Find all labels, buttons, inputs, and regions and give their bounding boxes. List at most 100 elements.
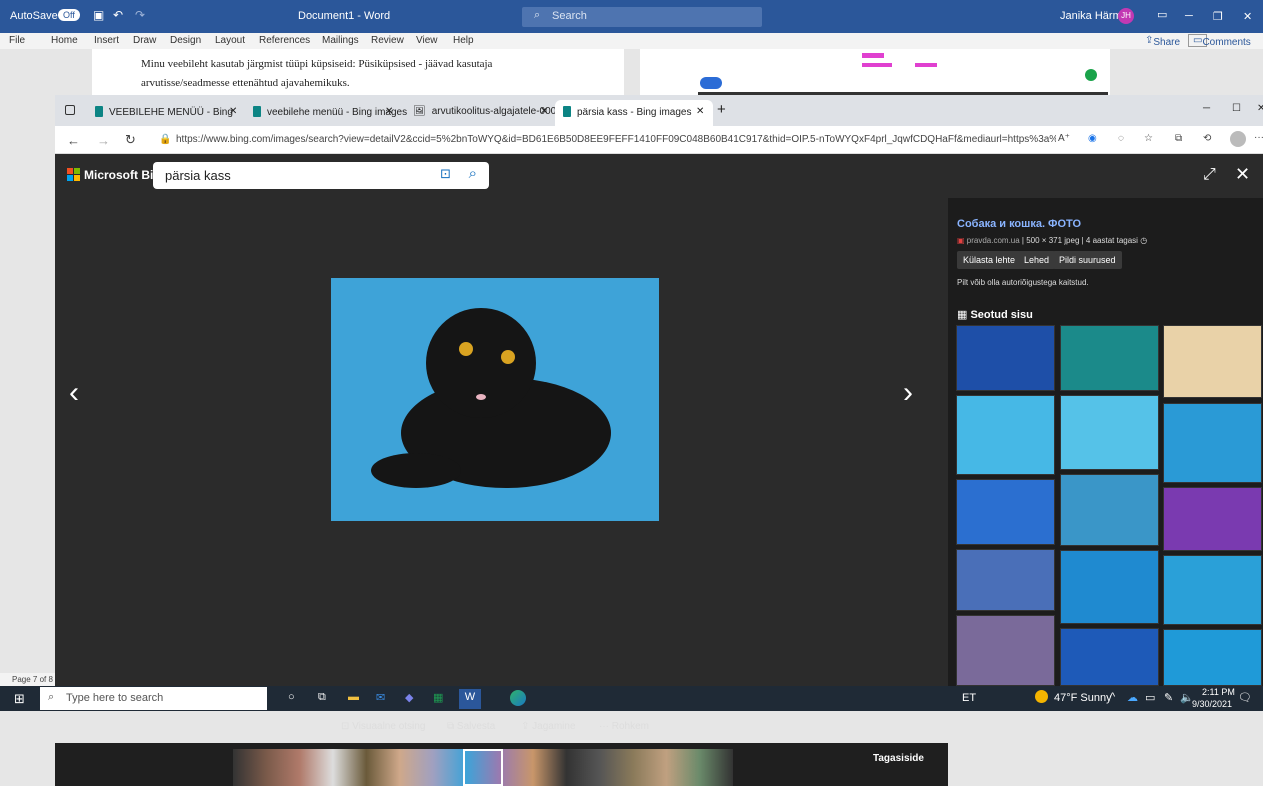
- history-icon[interactable]: ⟲: [1203, 133, 1211, 144]
- extension-icon[interactable]: ◉: [1088, 133, 1097, 144]
- ribbon-display-icon[interactable]: ▭: [1157, 8, 1167, 21]
- close-viewer-icon[interactable]: ✕: [1235, 164, 1250, 185]
- image-sizes-button[interactable]: Pildi suurused: [1053, 251, 1122, 269]
- clock-date[interactable]: 9/30/2021: [1192, 699, 1232, 709]
- visual-search-tool[interactable]: ⊡ Visuaalne otsing: [341, 721, 425, 732]
- task-view-icon[interactable]: ⧉: [318, 691, 326, 704]
- teams-icon[interactable]: ◆: [405, 691, 413, 704]
- save-tool[interactable]: ⧉ Salvesta: [447, 721, 495, 732]
- extension-icon[interactable]: ◌: [1118, 133, 1124, 144]
- maximize-icon[interactable]: ☐: [1232, 103, 1241, 114]
- related-thumb[interactable]: [1060, 474, 1159, 546]
- profile-icon[interactable]: [1230, 131, 1246, 147]
- redo-icon[interactable]: ↷: [135, 8, 145, 22]
- minimize-icon[interactable]: ─: [1203, 103, 1210, 114]
- tab-veebilehe-menuu[interactable]: VEEBILEHE MENÜÜ - Bing ✕: [87, 100, 247, 126]
- save-icon[interactable]: ▣: [93, 8, 104, 22]
- keyboard-language[interactable]: ET: [962, 692, 976, 704]
- close-tab-icon[interactable]: ✕: [696, 106, 704, 117]
- autosave-toggle[interactable]: Off: [58, 9, 80, 21]
- excel-icon[interactable]: ▦: [433, 691, 443, 704]
- close-tab-icon[interactable]: ✕: [385, 106, 393, 117]
- ribbon-tab-file[interactable]: File: [9, 35, 25, 46]
- ribbon-tab-view[interactable]: View: [416, 35, 438, 46]
- close-tab-icon[interactable]: ✕: [229, 106, 237, 117]
- more-icon[interactable]: ···: [1254, 132, 1263, 143]
- related-thumb[interactable]: [1163, 325, 1262, 398]
- onedrive-icon[interactable]: ☁: [1127, 691, 1138, 704]
- share-button[interactable]: ⇪ Share: [1145, 35, 1180, 48]
- related-thumb[interactable]: [956, 549, 1055, 611]
- visual-search-icon[interactable]: ⊡: [440, 166, 451, 182]
- related-thumb[interactable]: [1060, 628, 1159, 686]
- favorites-icon[interactable]: ☆: [1144, 133, 1153, 144]
- related-thumb[interactable]: [956, 615, 1055, 686]
- related-thumb[interactable]: [956, 479, 1055, 545]
- close-tab-icon[interactable]: ✕: [540, 106, 548, 117]
- cortana-icon[interactable]: ○: [288, 691, 295, 703]
- ribbon-tab-mailings[interactable]: Mailings: [322, 35, 359, 46]
- share-tool[interactable]: ⇪ Jagamine: [521, 721, 576, 732]
- new-tab-button[interactable]: +: [717, 101, 726, 118]
- refresh-icon[interactable]: ↻: [125, 132, 136, 148]
- ribbon-tab-design[interactable]: Design: [170, 35, 201, 46]
- url-field[interactable]: https://www.bing.com/images/search?view=…: [176, 134, 1056, 145]
- weather-text[interactable]: 47°F Sunny: [1054, 692, 1112, 704]
- document-page[interactable]: Minu veebileht kasutab järgmist tüüpi kü…: [92, 49, 624, 95]
- ribbon-tab-insert[interactable]: Insert: [94, 35, 119, 46]
- more-tool[interactable]: ··· Rohkem: [599, 721, 649, 732]
- related-thumb[interactable]: [1163, 629, 1262, 686]
- related-thumb[interactable]: [956, 325, 1055, 391]
- tab-actions-icon[interactable]: [65, 105, 75, 115]
- ribbon-tab-references[interactable]: References: [259, 35, 310, 46]
- related-thumb[interactable]: [1060, 325, 1159, 391]
- network-icon[interactable]: ▭: [1145, 691, 1155, 704]
- avatar[interactable]: JH: [1118, 8, 1134, 24]
- expand-icon[interactable]: ⤢: [1203, 166, 1216, 184]
- file-explorer-icon[interactable]: ▬: [348, 691, 359, 703]
- weather-icon[interactable]: [1035, 690, 1048, 703]
- comments-button[interactable]: ▭ Comments: [1188, 34, 1251, 48]
- ribbon-tab-layout[interactable]: Layout: [215, 35, 245, 46]
- tray-chevron-icon[interactable]: ^: [1110, 691, 1115, 703]
- mail-icon[interactable]: ✉: [376, 691, 385, 704]
- related-thumb[interactable]: [1060, 395, 1159, 470]
- next-image-arrow[interactable]: ›: [903, 376, 913, 410]
- undo-icon[interactable]: ↶: [113, 8, 123, 22]
- collections-icon[interactable]: ⧉: [1175, 133, 1182, 144]
- related-thumb[interactable]: [956, 395, 1055, 475]
- previous-image-arrow[interactable]: ‹: [69, 376, 79, 410]
- tab-parsia-kass[interactable]: pärsia kass - Bing images ✕: [555, 100, 713, 126]
- search-icon[interactable]: ⌕: [469, 165, 477, 182]
- restore-icon[interactable]: ❐: [1213, 10, 1223, 23]
- related-thumb[interactable]: [1163, 555, 1262, 625]
- read-aloud-icon[interactable]: A⁺: [1058, 133, 1070, 144]
- notifications-icon[interactable]: 🗨: [1238, 691, 1252, 704]
- edge-icon[interactable]: [510, 690, 526, 706]
- related-thumb[interactable]: [1163, 403, 1262, 483]
- related-thumb[interactable]: [1163, 487, 1262, 551]
- pen-icon[interactable]: ✎: [1164, 691, 1173, 704]
- filmstrip-current[interactable]: [463, 749, 503, 786]
- ribbon-tab-draw[interactable]: Draw: [133, 35, 156, 46]
- back-icon[interactable]: ←: [67, 133, 80, 148]
- word-search-box[interactable]: ⌕ Search: [522, 7, 762, 27]
- bing-search-input[interactable]: pärsia kass ⊡ ⌕: [153, 162, 489, 189]
- ribbon-tab-home[interactable]: Home: [51, 35, 78, 46]
- ribbon-tab-help[interactable]: Help: [453, 35, 474, 46]
- pages-button[interactable]: Lehed: [1018, 251, 1056, 269]
- feedback-link[interactable]: Tagasiside: [873, 753, 924, 764]
- lock-icon[interactable]: 🔒: [159, 134, 171, 145]
- visit-page-button[interactable]: Külasta lehte: [957, 251, 1022, 269]
- windows-start-icon[interactable]: ⊞: [14, 691, 25, 707]
- related-thumb[interactable]: [1060, 550, 1159, 624]
- close-icon[interactable]: ✕: [1243, 10, 1252, 23]
- ribbon-tab-review[interactable]: Review: [371, 35, 404, 46]
- forward-icon[interactable]: →: [97, 133, 110, 148]
- result-title-link[interactable]: Собака и кошка. ФОТО: [957, 218, 1081, 230]
- tab-veebilehe-menuu-images[interactable]: veebilehe menüü - Bing images ✕: [245, 100, 407, 126]
- clock-time[interactable]: 2:11 PM: [1202, 687, 1235, 697]
- main-image[interactable]: [331, 278, 659, 521]
- minimize-icon[interactable]: ─: [1185, 10, 1193, 22]
- taskbar-search[interactable]: ⌕ Type here to search: [40, 687, 267, 710]
